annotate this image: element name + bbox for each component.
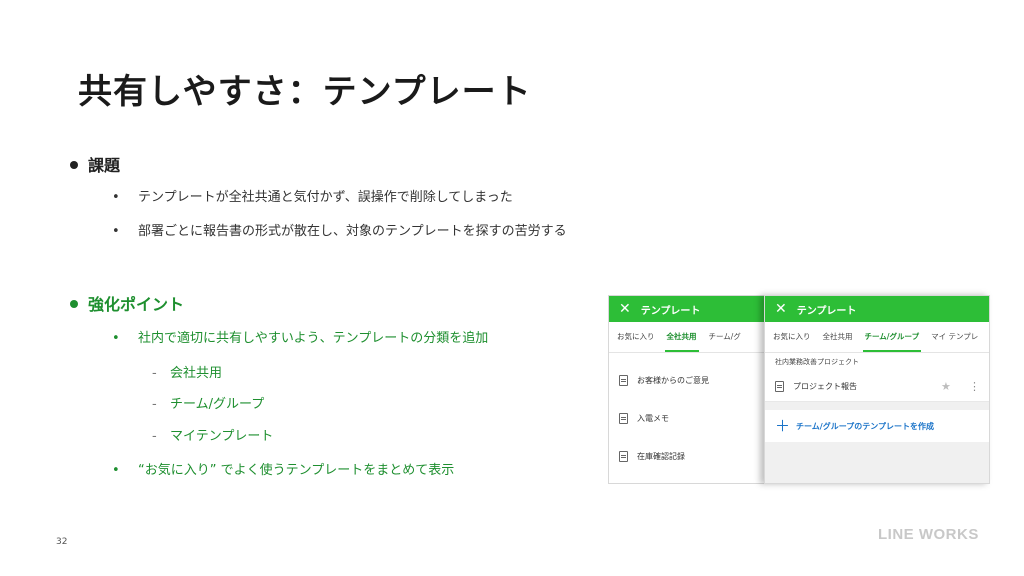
list-item-label: 入電メモ [637,413,669,423]
screen-header: ✕ テンプレート [765,296,989,322]
tab-my-templates[interactable]: マイ テンプレ [931,322,978,352]
tab-company[interactable]: 全社共用 [664,322,699,352]
close-icon[interactable]: ✕ [619,302,631,316]
bullet-dot-icon [70,299,78,308]
divider [765,402,989,410]
line-works-logo: LINE WORKS [878,526,979,543]
template-screen-team: ✕ テンプレート お気に入り 全社共用 チーム/グループ マイ テンプレ 社内業… [764,295,990,484]
improvements-heading: 強化ポイント [70,291,184,315]
document-icon [619,412,628,424]
more-vertical-icon[interactable]: ⋮ [969,380,980,393]
list-item-label: 在庫確認記録 [637,451,685,461]
sub-item-company-text: 会社共用 [170,366,223,381]
document-icon [619,374,628,386]
empty-area [765,442,989,483]
list-item[interactable]: 在庫確認記録 [609,437,765,475]
issue-bullet-2: • 部署ごとに報告書の形式が散在し、対象のテンプレートを探すの苦労する [112,224,567,239]
document-icon [775,380,784,392]
issues-heading-text: 課題 [88,156,121,175]
list-item-label: お客様からのご意見 [637,375,709,385]
screen-header-title: テンプレート [796,305,857,317]
tab-favorites[interactable]: お気に入り [617,322,655,352]
screen-header-title: テンプレート [640,305,701,317]
issue-bullet-1-text: テンプレートが全社共通と気付かず、誤操作で削除してしまった [138,190,513,205]
screen-header: ✕ テンプレート [609,296,765,322]
improvements-heading-text: 強化ポイント [88,295,185,314]
document-icon [619,450,628,462]
improvement-bullet-1: • 社内で適切に共有しやすいよう、テンプレートの分類を追加 [112,331,489,346]
template-screen-company: ✕ テンプレート お気に入り 全社共用 チーム/グ お客様からのご意見 入電メモ… [608,295,766,484]
issue-bullet-2-text: 部署ごとに報告書の形式が散在し、対象のテンプレートを探すの苦労する [138,224,567,239]
bullet-dot-icon [70,160,78,169]
create-template-label: チーム/グループのテンプレートを作成 [796,421,934,431]
tab-company[interactable]: 全社共用 [823,322,853,352]
plus-icon: ＋ [775,416,791,435]
tab-favorites[interactable]: お気に入り [773,322,811,352]
sub-item-my: - マイテンプレート [152,429,274,444]
tab-team[interactable]: チーム/グ [709,322,741,352]
issue-bullet-1: • テンプレートが全社共通と気付かず、誤操作で削除してしまった [112,190,513,205]
tab-team[interactable]: チーム/グループ [862,322,921,352]
sub-item-company: - 会社共用 [152,366,223,381]
group-name: 社内業務改善プロジェクト [775,358,859,366]
sub-item-my-text: マイテンプレート [170,429,274,444]
tab-bar: お気に入り 全社共用 チーム/グループ マイ テンプレ [765,322,989,353]
list-item[interactable]: お客様からのご意見 [609,361,765,399]
close-icon[interactable]: ✕ [775,302,787,316]
list-item[interactable]: プロジェクト報告 ★ ⋮ [765,371,989,402]
tab-bar: お気に入り 全社共用 チーム/グ [609,322,765,353]
page-number: 32 [56,537,68,547]
improvement-bullet-1-text: 社内で適切に共有しやすいよう、テンプレートの分類を追加 [138,331,489,346]
improvement-bullet-2: • “お気に入り” でよく使うテンプレートをまとめて表示 [112,463,455,478]
improvement-bullet-2-text: “お気に入り” でよく使うテンプレートをまとめて表示 [138,463,455,478]
sub-item-team-text: チーム/グループ [170,397,265,412]
issues-heading: 課題 [70,152,120,176]
list-item-label: プロジェクト報告 [793,381,857,391]
star-icon[interactable]: ★ [941,380,951,393]
sub-item-team: - チーム/グループ [152,397,265,412]
list-item[interactable]: 入電メモ [609,399,765,437]
create-template-button[interactable]: ＋ チーム/グループのテンプレートを作成 [765,410,989,442]
slide-title: 共有しやすさ：テンプレート [78,72,532,112]
